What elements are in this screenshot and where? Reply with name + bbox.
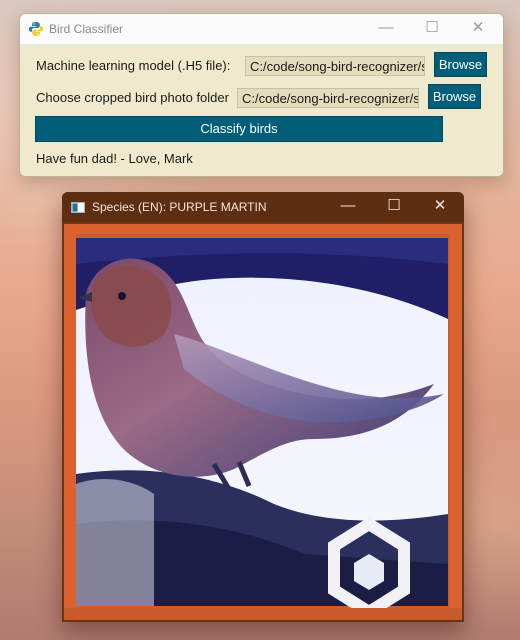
model-file-label: Machine learning model (.H5 file): <box>36 58 231 73</box>
model-path-field[interactable]: C:/code/song-bird-recognizer/s <box>245 56 425 76</box>
species-minimize-button[interactable]: — <box>325 192 371 222</box>
browse-model-button[interactable]: Browse <box>434 52 487 77</box>
window-title: Bird Classifier <box>49 22 124 36</box>
footer-note: Have fun dad! - Love, Mark <box>36 151 193 166</box>
classify-birds-button[interactable]: Classify birds <box>35 116 443 142</box>
folder-path-field[interactable]: C:/code/song-bird-recognizer/s <box>237 88 419 108</box>
minimize-button[interactable]: — <box>363 14 409 44</box>
close-button[interactable]: ✕ <box>455 14 501 44</box>
python-app-icon <box>29 22 43 36</box>
species-maximize-button[interactable]: ☐ <box>371 192 417 222</box>
maximize-button[interactable]: ☐ <box>409 14 455 44</box>
browse-folder-button[interactable]: Browse <box>428 84 481 109</box>
folder-label: Choose cropped bird photo folder <box>36 90 229 105</box>
bird-photo <box>64 224 462 620</box>
species-title-bar: Species (EN): PURPLE MARTIN — ☐ ✕ <box>62 192 464 222</box>
species-window: Species (EN): PURPLE MARTIN — ☐ ✕ <box>62 192 464 622</box>
title-bar: Bird Classifier — ☐ ✕ <box>20 14 503 45</box>
species-close-button[interactable]: ✕ <box>417 192 463 222</box>
species-title: Species (EN): PURPLE MARTIN <box>92 200 267 214</box>
bird-classifier-window: Bird Classifier — ☐ ✕ Machine learning m… <box>19 13 504 177</box>
image-window-icon <box>71 202 85 213</box>
